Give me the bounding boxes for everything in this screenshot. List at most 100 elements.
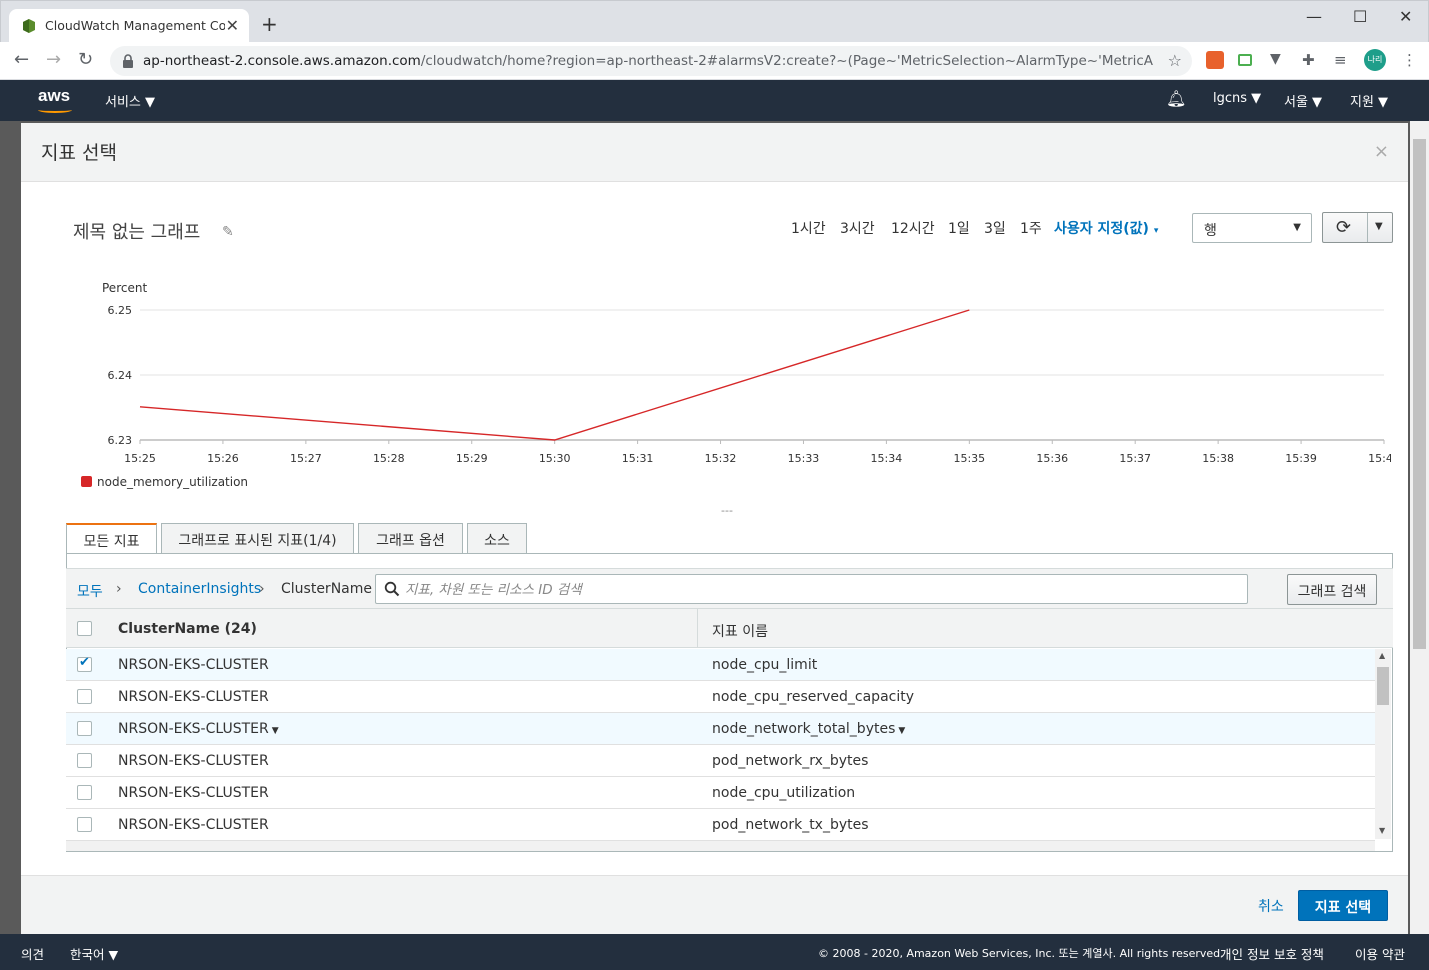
account-menu[interactable]: lgcns ▼ [1213,91,1261,106]
modal-footer: 취소 지표 선택 [21,875,1408,934]
lock-icon [123,54,133,68]
button-divider [1367,213,1368,242]
tab-graph-options[interactable]: 그래프 옵션 [358,523,463,553]
privacy-link[interactable]: 개인 정보 보호 정책 [1220,944,1324,963]
extension-v-icon[interactable]: ▼ [1270,51,1288,69]
caret-down-icon[interactable]: ▼ [898,726,905,736]
cluster-name-cell[interactable]: NRSON-EKS-CLUSTER ▼ [118,721,279,737]
metric-name-cell[interactable]: node_network_total_bytes ▼ [712,721,905,737]
table-row[interactable]: NRSON-EKS-CLUSTER node_cpu_utilization [66,777,1375,809]
range-1d[interactable]: 1일 [948,218,970,238]
new-tab-icon[interactable]: + [261,14,278,34]
range-1w[interactable]: 1주 [1020,218,1042,238]
table-scrollbar-thumb[interactable] [1377,667,1389,705]
refresh-button[interactable]: ⟳ ▼ [1322,212,1393,243]
table-row[interactable]: NRSON-EKS-CLUSTER ▼ node_network_total_by… [66,713,1375,745]
scroll-down-icon[interactable]: ▼ [1379,826,1385,835]
row-checkbox[interactable] [77,655,92,672]
extensions-puzzle-icon[interactable]: ✚ [1302,51,1320,69]
modal-close-icon[interactable]: × [1374,141,1389,162]
breadcrumb-all[interactable]: 모두 [77,581,103,601]
cancel-button[interactable]: 취소 [1258,896,1284,916]
y-tick-label: 6.23 [108,434,133,447]
row-checkbox[interactable] [77,817,92,832]
services-menu[interactable]: 서비스 ▼ [105,91,155,110]
extension-screen-icon[interactable] [1238,54,1252,66]
notifications-bell-icon[interactable]: 🔔︎ [1166,89,1186,108]
x-tick-label: 15:31 [622,452,654,465]
legend-label[interactable]: node_memory_utilization [97,475,248,489]
row-checkbox[interactable] [77,785,92,800]
region-menu[interactable]: 서울 ▼ [1284,91,1322,110]
tab-all-metrics[interactable]: 모든 지표 [66,523,157,554]
table-row[interactable]: NRSON-EKS-CLUSTER pod_network_rx_bytes [66,745,1375,777]
cluster-name-cell: NRSON-EKS-CLUSTER [118,657,269,673]
graph-resize-handle[interactable]: --- [721,504,733,517]
browser-tab[interactable]: CloudWatch Management Cons ✕ [9,9,249,43]
x-tick-label: 15:29 [456,452,488,465]
column-header-cluster[interactable]: ClusterName (24) [118,621,257,637]
metric-name-cell: node_cpu_utilization [712,785,856,801]
terms-link[interactable]: 이용 약관 [1355,944,1405,963]
aws-logo[interactable]: aws [38,86,70,106]
x-tick-label: 15:33 [788,452,820,465]
minimize-icon[interactable]: — [1306,7,1322,26]
page-scrollbar[interactable] [1410,121,1429,934]
page-scrollbar-thumb[interactable] [1413,139,1426,649]
table-row[interactable]: NRSON-EKS-CLUSTER node_cpu_reserved_capa… [66,681,1375,713]
graph-title[interactable]: 제목 없는 그래프 [73,218,200,244]
browser-toolbar: ← → ↻ ap-northeast-2.console.aws.amazon.… [0,42,1429,80]
address-bar[interactable]: ap-northeast-2.console.aws.amazon.com/cl… [110,46,1192,76]
range-3h[interactable]: 3시간 [840,218,875,238]
tab-graphed-metrics[interactable]: 그래프로 표시된 지표(1/4) [161,523,354,553]
row-checkbox[interactable] [77,753,92,768]
breadcrumb-dimension: ClusterName [281,581,372,597]
language-select[interactable]: 한국어 ▼ [70,944,118,963]
aws-logo-smile [38,107,72,113]
cluster-name-cell: NRSON-EKS-CLUSTER [118,785,269,801]
search-input[interactable] [405,580,1235,600]
range-3d[interactable]: 3일 [984,218,1006,238]
select-metric-button[interactable]: 지표 선택 [1298,890,1388,921]
copyright-text: © 2008 - 2020, Amazon Web Services, Inc.… [818,947,1224,960]
row-checkbox[interactable] [77,721,92,736]
media-queue-icon[interactable]: ≡ [1334,51,1352,69]
tab-source[interactable]: 소스 [467,523,527,553]
table-row[interactable]: NRSON-EKS-CLUSTER node_cpu_limit [66,649,1375,681]
maximize-icon[interactable]: ☐ [1353,7,1367,26]
reload-icon[interactable]: ↻ [78,51,93,69]
scroll-up-icon[interactable]: ▲ [1379,651,1385,660]
caret-down-icon[interactable]: ▼ [272,726,279,736]
breadcrumb-namespace[interactable]: ContainerInsights [138,581,261,597]
graph-type-select[interactable]: 행 ▼ [1192,213,1312,243]
table-row[interactable]: NRSON-EKS-CLUSTER pod_network_tx_bytes [66,809,1375,841]
feedback-link[interactable]: 의견 [21,944,44,963]
metric-name-cell: node_cpu_limit [712,657,818,673]
browser-menu-icon[interactable]: ⋮ [1402,51,1420,69]
y-tick-label: 6.25 [108,304,133,317]
window-close-icon[interactable]: ✕ [1399,7,1412,26]
forward-icon[interactable]: → [46,51,61,69]
tab-close-icon[interactable]: ✕ [226,16,239,35]
metric-search-box[interactable] [375,574,1248,604]
table-scrollbar[interactable]: ▲ ▼ [1375,649,1391,839]
back-icon[interactable]: ← [14,51,29,69]
table-horizontal-scrollbar[interactable] [66,841,1375,851]
x-tick-label: 15:37 [1119,452,1151,465]
refresh-options-chevron-icon[interactable]: ▼ [1375,221,1383,232]
edit-pencil-icon[interactable]: ✎ [222,224,234,240]
bookmark-star-icon[interactable]: ☆ [1168,51,1182,70]
support-menu[interactable]: 지원 ▼ [1350,91,1388,110]
graph-search-button[interactable]: 그래프 검색 [1287,574,1377,605]
range-1h[interactable]: 1시간 [791,218,826,238]
graph-type-value: 행 [1204,223,1217,239]
y-axis-label: Percent [102,281,147,295]
aws-navbar: aws 서비스 ▼ 🔔︎ lgcns ▼ 서울 ▼ 지원 ▼ [0,80,1429,121]
select-all-checkbox[interactable] [77,621,92,636]
range-custom[interactable]: 사용자 지정(값) ▾ [1054,218,1158,238]
column-header-metric-name[interactable]: 지표 이름 [712,621,768,641]
row-checkbox[interactable] [77,689,92,704]
range-12h[interactable]: 12시간 [891,218,935,238]
profile-avatar[interactable]: 나리 [1364,49,1386,71]
extension-fx-icon[interactable] [1206,51,1224,69]
